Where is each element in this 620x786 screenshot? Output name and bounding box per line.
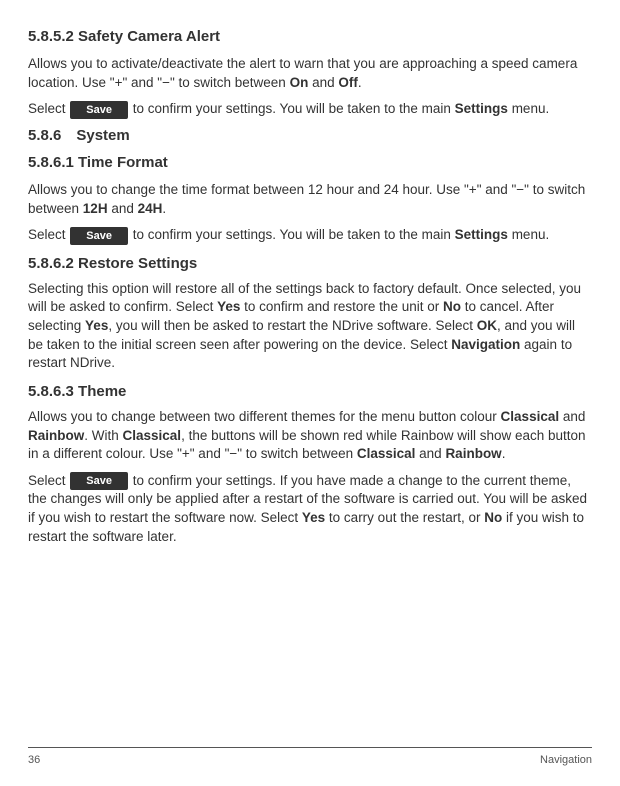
bold-12h: 12H <box>83 201 108 216</box>
heading-5-8-6-2: 5.8.6.2 Restore Settings <box>28 255 592 272</box>
bold-settings: Settings <box>455 227 508 242</box>
bold-no: No <box>484 510 502 525</box>
page-footer: 36 Navigation <box>28 747 592 766</box>
bold-yes: Yes <box>302 510 325 525</box>
para-theme-2: Select Save to confirm your settings. If… <box>28 472 592 547</box>
page-number: 36 <box>28 754 40 766</box>
save-button: Save <box>70 101 128 119</box>
bold-classical: Classical <box>501 409 560 424</box>
heading-5-8-6-3: 5.8.6.3 Theme <box>28 383 592 400</box>
text: menu. <box>508 227 549 242</box>
text: Allows you to change between two differe… <box>28 409 501 424</box>
text: and <box>415 446 445 461</box>
para-safety-camera-2: Select Save to confirm your settings. Yo… <box>28 100 592 119</box>
text: Select <box>28 473 69 488</box>
text: to carry out the restart, or <box>325 510 484 525</box>
bold-yes: Yes <box>85 318 108 333</box>
bold-off: Off <box>338 75 358 90</box>
para-time-format-1: Allows you to change the time format bet… <box>28 181 592 218</box>
text: . <box>162 201 166 216</box>
bold-24h: 24H <box>138 201 163 216</box>
text: to confirm and restore the unit or <box>240 299 443 314</box>
text: to confirm your settings. You will be ta… <box>129 227 455 242</box>
bold-rainbow: Rainbow <box>445 446 501 461</box>
bold-no: No <box>443 299 461 314</box>
bold-rainbow: Rainbow <box>28 428 84 443</box>
text: . <box>358 75 362 90</box>
bold-ok: OK <box>477 318 497 333</box>
save-button: Save <box>70 227 128 245</box>
para-theme-1: Allows you to change between two differe… <box>28 408 592 464</box>
para-time-format-2: Select Save to confirm your settings. Yo… <box>28 226 592 245</box>
text: and <box>559 409 585 424</box>
para-safety-camera-1: Allows you to activate/deactivate the al… <box>28 55 592 92</box>
text: Select <box>28 101 69 116</box>
text: to confirm your settings. You will be ta… <box>129 101 455 116</box>
text: . With <box>84 428 122 443</box>
text: and <box>308 75 338 90</box>
bold-navigation: Navigation <box>451 337 520 352</box>
heading-5-8-6-1: 5.8.6.1 Time Format <box>28 154 592 171</box>
bold-on: On <box>290 75 309 90</box>
heading-5-8-5-2: 5.8.5.2 Safety Camera Alert <box>28 28 592 45</box>
text: and <box>108 201 138 216</box>
bold-settings: Settings <box>455 101 508 116</box>
bold-yes: Yes <box>217 299 240 314</box>
text: Select <box>28 227 69 242</box>
save-button: Save <box>70 472 128 490</box>
para-restore: Selecting this option will restore all o… <box>28 280 592 373</box>
text: , you will then be asked to restart the … <box>108 318 476 333</box>
heading-5-8-6: 5.8.6 System <box>28 127 592 144</box>
footer-section: Navigation <box>540 754 592 766</box>
text: menu. <box>508 101 549 116</box>
text: . <box>502 446 506 461</box>
bold-classical: Classical <box>357 446 416 461</box>
bold-classical: Classical <box>123 428 182 443</box>
